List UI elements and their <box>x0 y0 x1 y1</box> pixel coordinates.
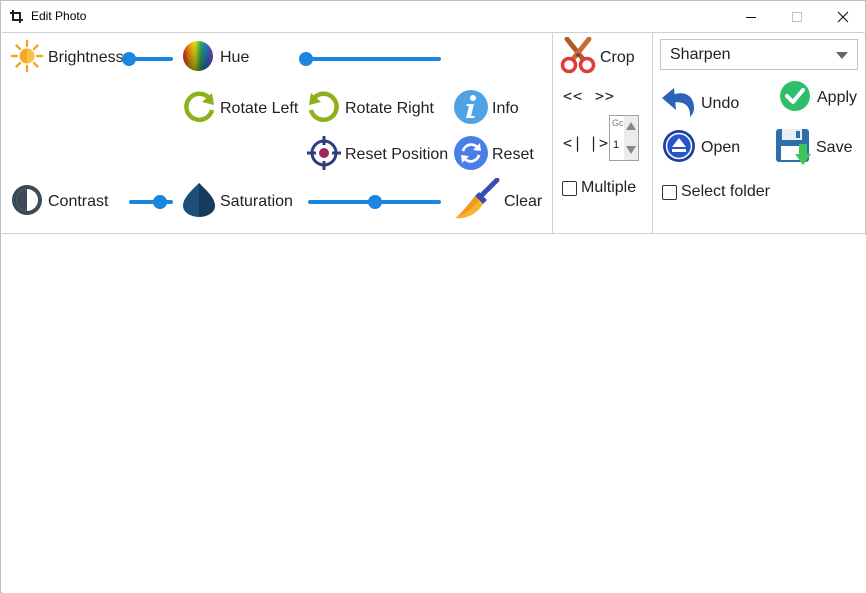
rainbow-icon <box>181 39 215 78</box>
undo-button[interactable]: Undo <box>660 86 739 122</box>
clear-button[interactable]: Clear <box>453 177 543 222</box>
minimize-button[interactable] <box>728 1 774 32</box>
close-button[interactable] <box>820 1 866 32</box>
maximize-icon <box>792 11 802 22</box>
check-icon <box>779 80 811 117</box>
contrast-slider[interactable] <box>129 194 173 210</box>
page-spinner[interactable]: Gc 1 <box>609 115 639 161</box>
spinner-value[interactable]: 1 <box>613 139 619 151</box>
apply-button[interactable]: Apply <box>779 80 857 116</box>
reset-position-button[interactable]: Reset Position <box>306 135 449 172</box>
floppy-icon <box>775 126 813 171</box>
hue-slider[interactable] <box>299 51 441 67</box>
minimize-icon <box>746 16 756 18</box>
rotate-right-label: Rotate Right <box>345 100 434 117</box>
hue-slider-thumb[interactable] <box>299 52 313 66</box>
brightness-control: Brightness <box>9 39 124 78</box>
undo-label: Undo <box>701 95 740 112</box>
select-folder-label: Select folder <box>681 183 770 200</box>
toolbar-divider <box>552 33 553 234</box>
hue-control: Hue <box>181 39 250 78</box>
reset-position-label: Reset Position <box>345 146 449 163</box>
next-button[interactable]: >> <box>595 87 615 105</box>
saturation-label: Saturation <box>220 193 293 210</box>
clear-label: Clear <box>504 193 543 210</box>
reset-button[interactable]: Reset <box>453 135 534 172</box>
rotate-right-icon <box>306 89 342 130</box>
multiple-label: Multiple <box>581 179 637 196</box>
contrast-slider-thumb[interactable] <box>152 195 167 209</box>
toolbar-divider <box>652 33 653 234</box>
spinner-top-text: Gc <box>612 118 624 128</box>
spinner-buttons <box>624 116 638 160</box>
multiple-checkbox[interactable]: Multiple <box>562 179 636 197</box>
brightness-slider-thumb[interactable] <box>122 52 136 66</box>
undo-icon <box>660 84 698 125</box>
crop-button[interactable]: Crop <box>559 36 635 80</box>
select-folder-checkbox-box[interactable] <box>662 184 677 200</box>
open-label: Open <box>701 139 741 156</box>
saturation-slider-thumb[interactable] <box>367 195 382 209</box>
reset-label: Reset <box>492 146 534 163</box>
filter-dropdown[interactable]: Sharpen <box>660 39 858 70</box>
hue-label: Hue <box>220 49 250 66</box>
info-label: Info <box>492 100 519 117</box>
spinner-up-icon <box>626 122 636 130</box>
contrast-control: Contrast <box>9 183 109 222</box>
rotate-left-label: Rotate Left <box>220 100 299 117</box>
open-button[interactable]: Open <box>662 129 741 168</box>
multiple-checkbox-box[interactable] <box>562 180 577 196</box>
contrast-icon <box>9 183 45 222</box>
title-bar: Edit Photo <box>1 1 865 32</box>
save-button[interactable]: Save <box>775 128 852 168</box>
droplet-icon <box>181 182 217 223</box>
info-icon <box>453 89 489 130</box>
edit-photo-window: Edit Photo Brightness Hue Rotate Left Ro… <box>0 0 866 593</box>
scissors-icon <box>559 36 597 80</box>
chevron-down-icon <box>836 52 848 59</box>
rotate-right-button[interactable]: Rotate Right <box>306 91 434 126</box>
saturation-control: Saturation <box>181 182 293 219</box>
target-icon <box>306 135 342 176</box>
filter-selected: Sharpen <box>670 46 731 63</box>
crop-app-icon <box>10 10 23 23</box>
rotate-left-button[interactable]: Rotate Left <box>181 91 299 126</box>
first-button[interactable]: <| <box>563 134 583 152</box>
image-canvas[interactable] <box>2 235 866 593</box>
brightness-label: Brightness <box>48 49 124 66</box>
saturation-slider[interactable] <box>308 194 441 210</box>
save-label: Save <box>816 139 853 156</box>
broom-icon <box>453 177 501 227</box>
crop-label: Crop <box>600 49 635 66</box>
close-icon <box>837 11 849 22</box>
spinner-down-icon <box>626 146 636 154</box>
apply-label: Apply <box>817 89 858 106</box>
contrast-label: Contrast <box>48 193 109 210</box>
window-title: Edit Photo <box>31 9 87 23</box>
info-button[interactable]: Info <box>453 89 519 126</box>
refresh-icon <box>453 135 489 176</box>
brightness-slider[interactable] <box>122 51 173 67</box>
maximize-button[interactable] <box>774 1 820 32</box>
select-folder-checkbox[interactable]: Select folder <box>662 183 770 201</box>
rotate-left-icon <box>181 89 217 130</box>
eject-icon <box>662 129 696 168</box>
sun-icon <box>9 39 45 78</box>
last-button[interactable]: |> <box>589 134 609 152</box>
previous-button[interactable]: << <box>563 87 583 105</box>
